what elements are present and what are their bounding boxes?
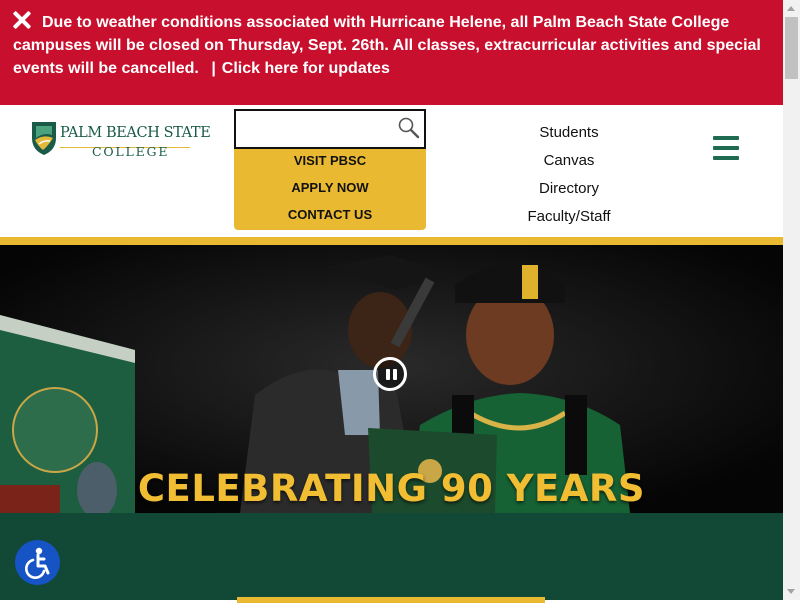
scroll-down-icon[interactable] <box>787 589 795 594</box>
scroll-thumb[interactable] <box>785 17 798 79</box>
logo-name: PALM BEACH STATE <box>60 125 211 141</box>
logo-subtitle: COLLEGE <box>92 144 170 159</box>
hamburger-menu-icon[interactable] <box>713 136 739 162</box>
alert-banner: Due to weather conditions associated wit… <box>0 0 783 105</box>
nav-faculty-staff[interactable]: Faculty/Staff <box>480 203 658 231</box>
hero-banner: CELEBRATING 90 YEARS <box>0 245 783 513</box>
apply-now-link[interactable]: APPLY NOW <box>234 176 426 203</box>
search-icon[interactable] <box>397 116 421 140</box>
nav-students[interactable]: Students <box>480 119 658 147</box>
contact-us-link[interactable]: CONTACT US <box>234 203 426 230</box>
audience-nav: Students Canvas Directory Faculty/Staff <box>480 119 658 231</box>
nav-canvas[interactable]: Canvas <box>480 147 658 175</box>
nav-directory[interactable]: Directory <box>480 175 658 203</box>
accessibility-icon[interactable] <box>15 540 60 585</box>
alert-separator: | <box>211 60 216 77</box>
hero-title: CELEBRATING 90 YEARS <box>137 467 646 510</box>
accessibility-wheelchair-icon <box>25 547 50 579</box>
close-icon[interactable] <box>13 11 31 29</box>
scroll-up-icon[interactable] <box>787 6 795 11</box>
page-scrollbar[interactable] <box>783 0 800 600</box>
header-divider <box>0 237 783 245</box>
visit-pbsc-link[interactable]: VISIT PBSC <box>234 149 426 176</box>
quick-links: VISIT PBSC APPLY NOW CONTACT US <box>234 149 426 230</box>
search-input[interactable] <box>242 112 406 148</box>
logo-shield-icon <box>32 122 56 155</box>
alert-updates-link[interactable]: Click here for updates <box>222 60 390 77</box>
search-box <box>234 109 426 149</box>
green-content-section <box>0 513 783 603</box>
site-header: PALM BEACH STATE COLLEGE VISIT PBSC APPL… <box>0 105 783 237</box>
gold-action-button[interactable] <box>237 597 545 603</box>
pause-icon[interactable] <box>373 357 407 391</box>
college-logo[interactable]: PALM BEACH STATE COLLEGE <box>30 120 211 164</box>
